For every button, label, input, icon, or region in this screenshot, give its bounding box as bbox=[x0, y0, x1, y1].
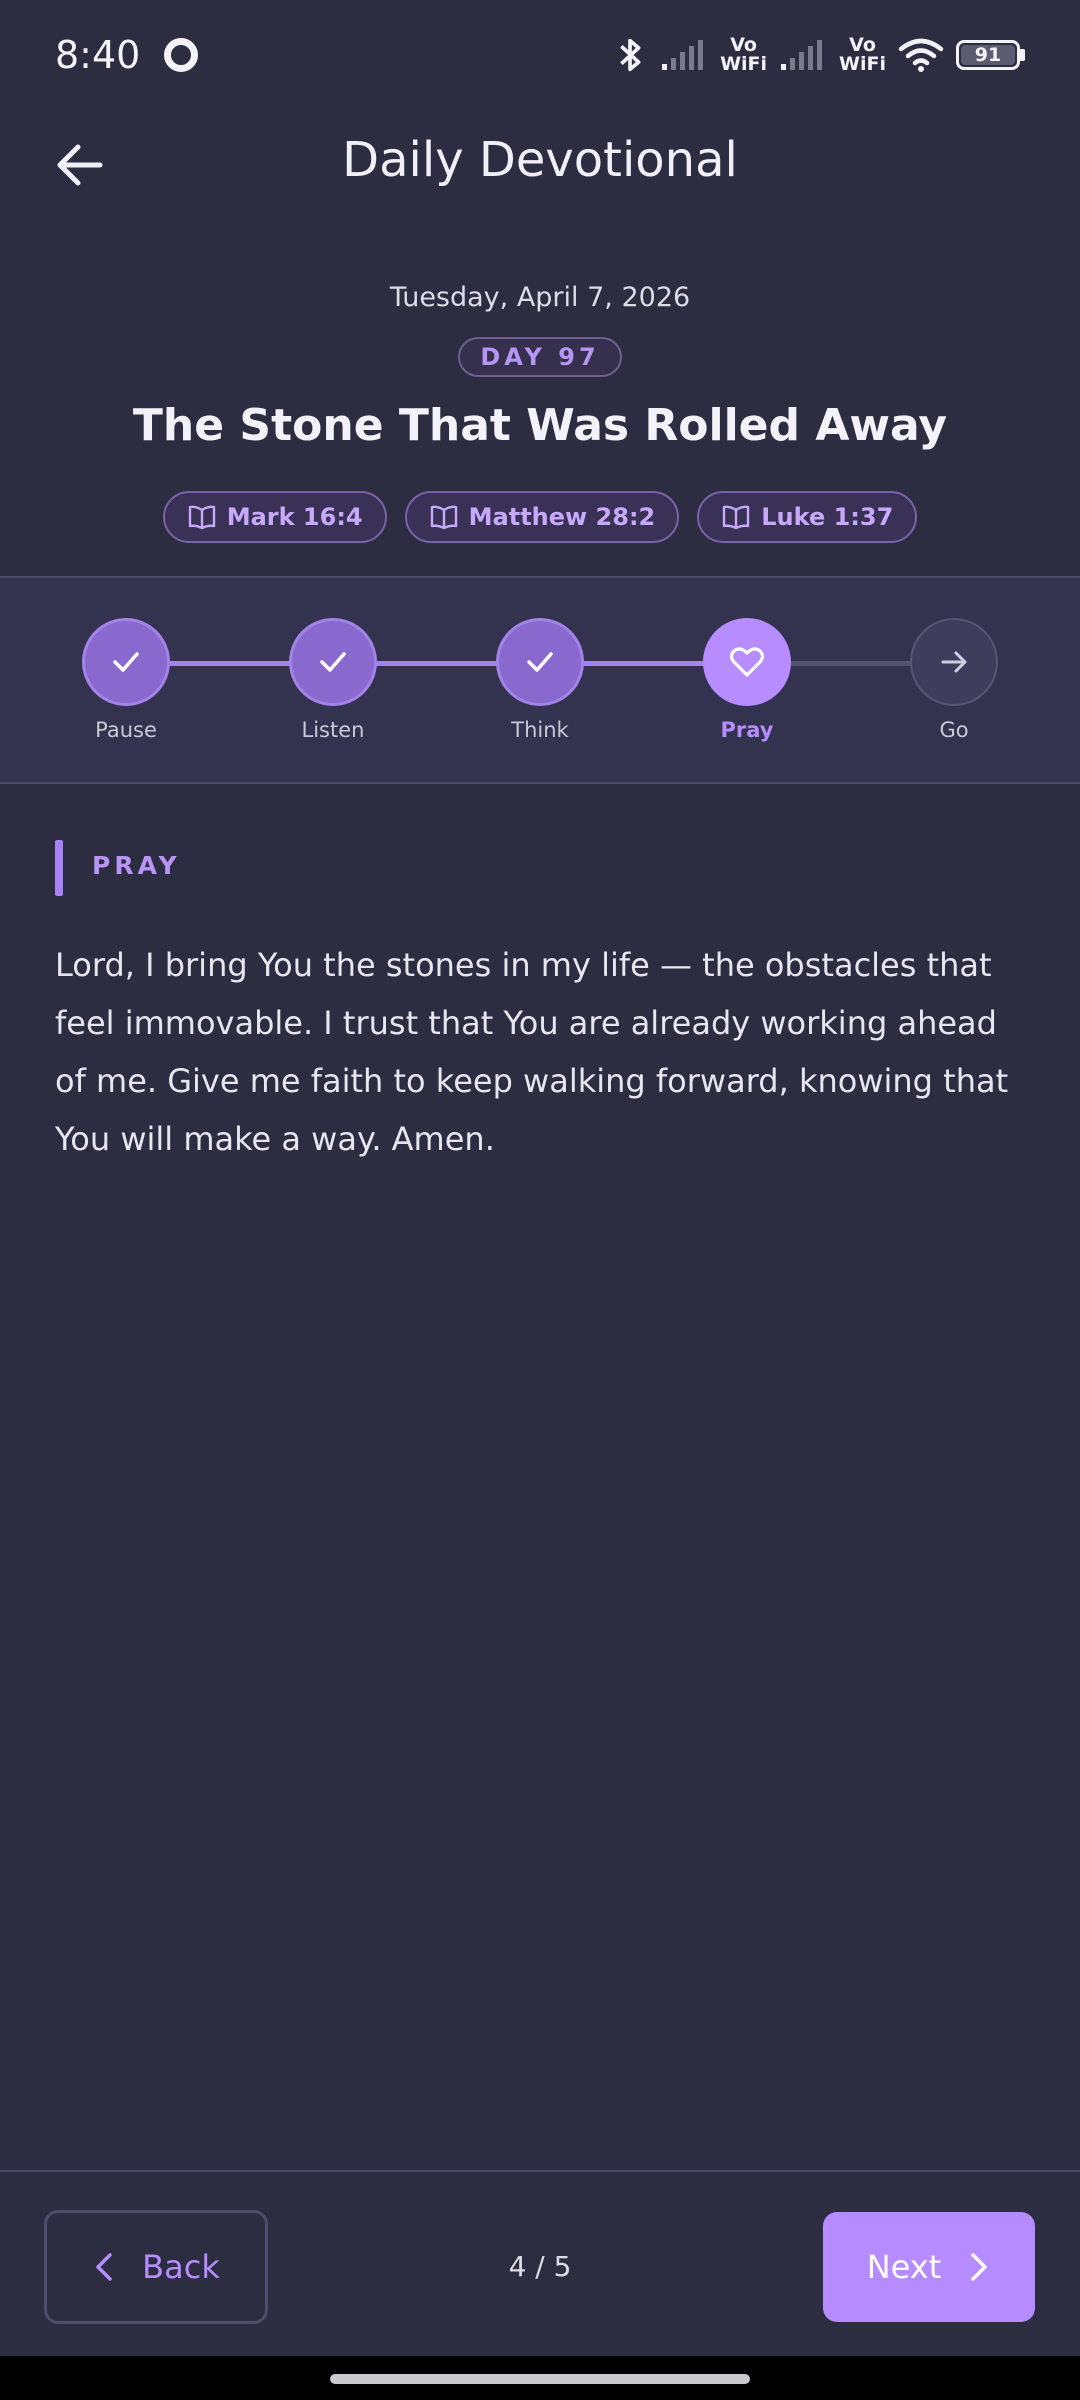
book-icon bbox=[188, 505, 215, 530]
signal-icon bbox=[781, 40, 823, 70]
section-accent-bar bbox=[55, 840, 63, 896]
status-time: 8:40 bbox=[55, 33, 141, 77]
step-label: Go bbox=[939, 718, 969, 742]
reference-chip-matthew[interactable]: Matthew 28:2 bbox=[404, 491, 680, 543]
status-bar: 8:40 Vo WiFi Vo WiFi 91 bbox=[0, 0, 1080, 110]
bluetooth-icon bbox=[620, 38, 641, 72]
signal-icon bbox=[662, 40, 704, 70]
step-listen[interactable]: Listen bbox=[289, 618, 377, 742]
wifi-icon bbox=[898, 38, 944, 72]
step-think[interactable]: Think bbox=[496, 618, 584, 742]
reference-label: Matthew 28:2 bbox=[468, 503, 656, 531]
ring-icon bbox=[164, 38, 199, 72]
reference-label: Luke 1:37 bbox=[761, 503, 894, 531]
step-label: Listen bbox=[301, 718, 365, 742]
next-button[interactable]: Next bbox=[823, 2212, 1035, 2322]
day-badge: DAY 97 bbox=[458, 337, 622, 377]
step-label: Pause bbox=[95, 718, 157, 742]
section-label: PRAY bbox=[92, 851, 181, 880]
book-icon bbox=[723, 505, 750, 530]
footer-nav: Back 4 / 5 Next bbox=[0, 2170, 1080, 2356]
reference-chip-mark[interactable]: Mark 16:4 bbox=[162, 491, 387, 543]
check-icon bbox=[527, 652, 553, 672]
step-pray[interactable]: Pray bbox=[703, 618, 791, 742]
page-title: Daily Devotional bbox=[342, 132, 738, 188]
vowifi-label-2: Vo WiFi bbox=[839, 34, 886, 75]
vowifi-label-1: Vo WiFi bbox=[720, 34, 768, 75]
prayer-text: Lord, I bring You the stones in my life … bbox=[55, 946, 1009, 1158]
step-label: Think bbox=[511, 718, 569, 742]
reference-chip-luke[interactable]: Luke 1:37 bbox=[697, 491, 918, 543]
progress-stepper: Pause Listen Think Pray Go bbox=[0, 576, 1080, 784]
step-go[interactable]: Go bbox=[910, 618, 998, 742]
scripture-references: Mark 16:4 Matthew 28:2 Luke 1:37 bbox=[0, 491, 1080, 543]
battery-level: 91 bbox=[961, 44, 1015, 66]
check-icon bbox=[320, 652, 346, 672]
devotional-date: Tuesday, April 7, 2026 bbox=[389, 282, 691, 313]
reference-label: Mark 16:4 bbox=[226, 503, 363, 531]
chevron-right-icon bbox=[971, 2253, 988, 2281]
battery-icon: 91 bbox=[956, 40, 1025, 70]
next-button-label: Next bbox=[866, 2248, 942, 2286]
stepper-track-done bbox=[126, 661, 747, 666]
app-header: Daily Devotional bbox=[0, 110, 1080, 220]
step-pause[interactable]: Pause bbox=[82, 618, 170, 742]
devotional-title: The Stone That Was Rolled Away bbox=[132, 400, 948, 451]
step-label: Pray bbox=[720, 718, 774, 742]
arrow-right-icon bbox=[941, 651, 967, 673]
book-icon bbox=[430, 505, 457, 530]
check-icon bbox=[113, 652, 139, 672]
heart-icon bbox=[729, 647, 765, 677]
system-nav-bar bbox=[0, 2356, 1080, 2400]
home-indicator[interactable] bbox=[330, 2374, 750, 2384]
